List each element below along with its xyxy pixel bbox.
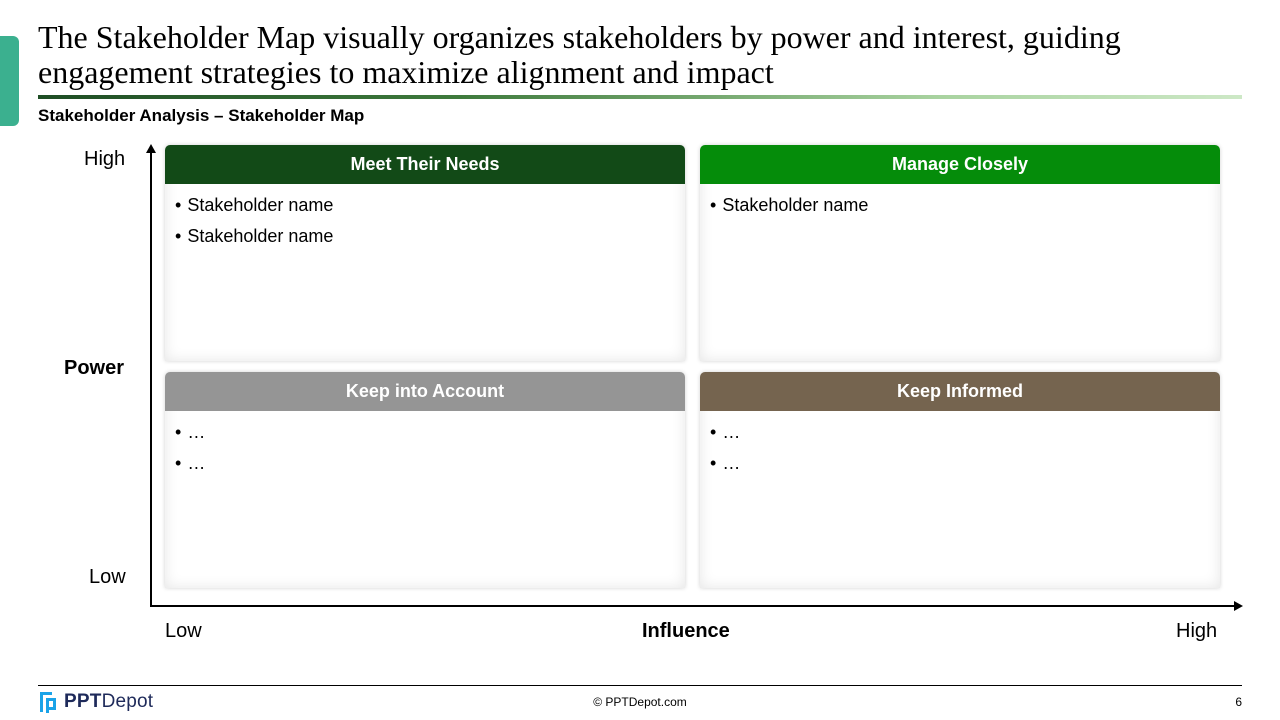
quadrant-keep-into-account: Keep into Account … …: [165, 372, 685, 588]
stakeholder-list: Stakeholder name Stakeholder name: [165, 184, 685, 252]
quadrant-header: Meet Their Needs: [165, 145, 685, 184]
stakeholder-item: …: [175, 417, 685, 448]
x-axis-line: [150, 605, 1236, 607]
stakeholder-item: Stakeholder name: [710, 190, 1220, 221]
y-axis-arrow-icon: [146, 144, 156, 153]
slide-title: The Stakeholder Map visually organizes s…: [38, 19, 1121, 90]
accent-tab: [0, 36, 19, 126]
stakeholder-item: Stakeholder name: [175, 221, 685, 252]
y-axis-line: [150, 150, 152, 606]
y-axis-title: Power: [64, 357, 125, 379]
stakeholder-item: …: [710, 417, 1220, 448]
page-number: 6: [1235, 695, 1242, 709]
title-divider: [38, 95, 1242, 99]
x-axis-high-label: High: [1176, 620, 1218, 642]
y-axis-high-label: High: [84, 148, 126, 170]
stakeholder-list: … …: [165, 411, 685, 479]
x-axis-arrow-icon: [1234, 601, 1243, 611]
stakeholder-item: Stakeholder name: [175, 190, 685, 221]
stakeholder-item: …: [175, 448, 685, 479]
stakeholder-list: … …: [700, 411, 1220, 479]
x-axis-low-label: Low: [165, 620, 202, 642]
quadrant-header: Keep into Account: [165, 372, 685, 411]
quadrant-keep-informed: Keep Informed … …: [700, 372, 1220, 588]
quadrant-manage-closely: Manage Closely Stakeholder name: [700, 145, 1220, 361]
footer-divider: [38, 685, 1242, 686]
stakeholder-item: …: [710, 448, 1220, 479]
x-axis-title: Influence: [642, 620, 730, 642]
quadrant-header: Manage Closely: [700, 145, 1220, 184]
copyright-text: © PPTDepot.com: [593, 695, 687, 709]
y-axis-low-label: Low: [89, 566, 126, 588]
slide-subtitle: Stakeholder Analysis – Stakeholder Map: [38, 106, 365, 125]
quadrant-meet-their-needs: Meet Their Needs Stakeholder name Stakeh…: [165, 145, 685, 361]
stakeholder-list: Stakeholder name: [700, 184, 1220, 221]
quadrant-header: Keep Informed: [700, 372, 1220, 411]
